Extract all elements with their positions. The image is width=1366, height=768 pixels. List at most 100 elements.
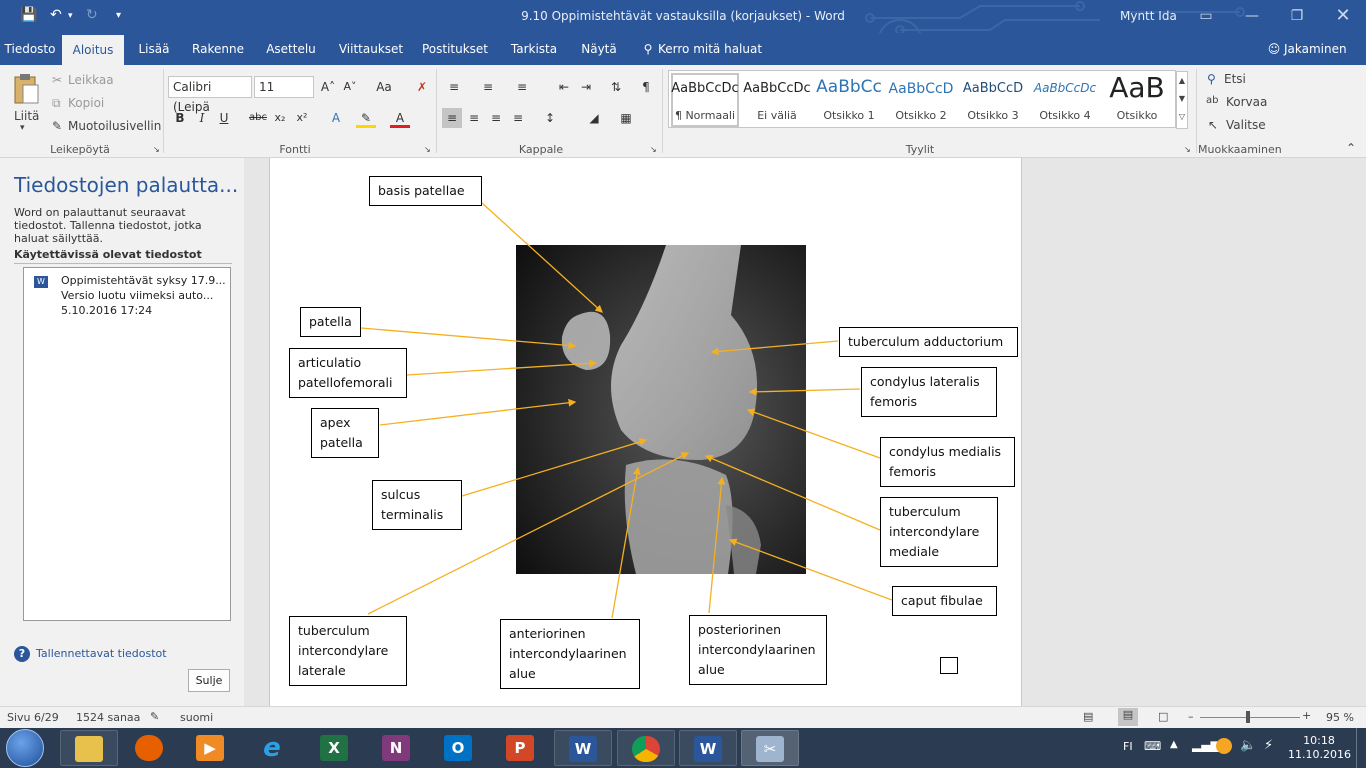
- restore-icon[interactable]: ❐: [1285, 4, 1309, 28]
- show-desktop-button[interactable]: [1356, 728, 1366, 768]
- format-painter-button[interactable]: Muotoilusivellin: [68, 119, 161, 133]
- share-button[interactable]: Jakaminen: [1284, 33, 1347, 65]
- cut-button[interactable]: Leikkaa: [68, 73, 114, 87]
- close-button[interactable]: Sulje: [188, 669, 230, 692]
- tab-home[interactable]: Aloitus: [62, 35, 124, 65]
- taskbar-firefox[interactable]: [121, 730, 179, 766]
- styles-scroll[interactable]: ▲ ▼ ▽: [1176, 71, 1188, 129]
- paste-button[interactable]: Liitä: [14, 109, 39, 123]
- zoom-level[interactable]: 95 %: [1326, 711, 1354, 724]
- zoom-out-icon[interactable]: –: [1188, 710, 1194, 723]
- show-hidden-icons-icon[interactable]: ▲: [1170, 739, 1178, 750]
- zoom-slider-thumb[interactable]: [1246, 711, 1250, 723]
- select-button[interactable]: Valitse: [1226, 118, 1266, 132]
- zoom-in-icon[interactable]: +: [1302, 709, 1311, 722]
- italic-icon[interactable]: I: [192, 108, 212, 128]
- label-posteriorinen-intercondylaarinen-alue[interactable]: posteriorinen intercondylaarinen alue: [689, 615, 827, 685]
- label-tuberculum-intercondylare-mediale[interactable]: tuberculum intercondylare mediale: [880, 497, 998, 567]
- tab-layout[interactable]: Asettelu: [260, 33, 322, 65]
- word-count[interactable]: 1524 sanaa: [76, 711, 140, 724]
- decrease-indent-icon[interactable]: ⇤: [554, 77, 574, 97]
- taskbar-internet-explorer[interactable]: e: [244, 730, 302, 766]
- language-indicator[interactable]: suomi: [180, 711, 213, 724]
- recovered-file-item[interactable]: Oppimistehtävät syksy 17.9... Versio luo…: [61, 273, 226, 318]
- taskbar-media-player[interactable]: ▶: [182, 730, 240, 766]
- grow-font-icon[interactable]: A˄: [318, 77, 338, 97]
- numbering-icon[interactable]: ≡: [478, 77, 498, 97]
- increase-indent-icon[interactable]: ⇥: [576, 77, 596, 97]
- volume-icon[interactable]: 🔈: [1240, 738, 1256, 753]
- label-tuberculum-adductorium[interactable]: tuberculum adductorium: [839, 327, 1018, 357]
- underline-icon[interactable]: U: [214, 108, 234, 128]
- style-normal[interactable]: AaBbCcDc ¶ Normaali: [669, 71, 741, 129]
- user-name[interactable]: Myntt Ida: [1120, 9, 1177, 23]
- taskbar-excel[interactable]: X: [306, 730, 364, 766]
- style-heading-1[interactable]: AaBbCc Otsikko 1: [813, 71, 885, 129]
- zoom-slider[interactable]: [1200, 717, 1300, 718]
- justify-icon[interactable]: ≡: [508, 108, 528, 128]
- minimize-icon[interactable]: —: [1240, 4, 1264, 28]
- replace-button[interactable]: Korvaa: [1226, 95, 1267, 109]
- font-size-combo[interactable]: 11: [254, 76, 314, 98]
- tell-me-search[interactable]: Kerro mitä haluat tehdä: [658, 33, 788, 88]
- proofing-icon[interactable]: ✎: [150, 710, 159, 723]
- taskbar-word[interactable]: W: [554, 730, 612, 766]
- change-case-button[interactable]: Aa: [370, 77, 398, 97]
- paste-dropdown-icon[interactable]: ▾: [20, 123, 25, 133]
- paragraph-launcher-icon[interactable]: ↘: [650, 145, 657, 154]
- multilevel-list-icon[interactable]: ≡: [512, 77, 532, 97]
- copy-button[interactable]: Kopioi: [68, 96, 104, 110]
- align-center-icon[interactable]: ≡: [464, 108, 484, 128]
- font-color-icon[interactable]: A: [390, 108, 410, 128]
- font-name-combo[interactable]: Calibri (Leipä: [168, 76, 252, 114]
- taskbar-snipping-tool[interactable]: ✂: [741, 730, 799, 766]
- empty-text-box[interactable]: [940, 657, 958, 674]
- ribbon-display-options-icon[interactable]: ▭: [1194, 4, 1218, 28]
- tab-review[interactable]: Tarkista: [504, 33, 564, 65]
- tab-references[interactable]: Viittaukset: [334, 33, 408, 65]
- keyboard-icon[interactable]: ⌨: [1144, 739, 1161, 753]
- collapse-ribbon-icon[interactable]: ⌃: [1346, 141, 1356, 155]
- label-apex-patella[interactable]: apex patella: [311, 408, 379, 458]
- shading-icon[interactable]: ◢: [584, 108, 604, 128]
- tab-file[interactable]: Tiedosto: [0, 33, 60, 65]
- tab-design[interactable]: Rakenne: [186, 33, 250, 65]
- label-patella[interactable]: patella: [300, 307, 361, 337]
- input-language[interactable]: FI: [1123, 740, 1133, 753]
- style-no-spacing[interactable]: AaBbCcDc Ei väliä: [741, 71, 813, 129]
- sort-icon[interactable]: ⇅: [606, 77, 626, 97]
- taskbar-word-2[interactable]: W: [679, 730, 737, 766]
- shrink-font-icon[interactable]: A˅: [340, 77, 360, 97]
- clock[interactable]: 10:18 11.10.2016: [1288, 734, 1351, 762]
- label-condylus-medialis-femoris[interactable]: condylus medialis femoris: [880, 437, 1015, 487]
- bullets-icon[interactable]: ≡: [444, 77, 464, 97]
- taskbar-file-explorer[interactable]: [60, 730, 118, 766]
- tab-view[interactable]: Näytä: [574, 33, 624, 65]
- taskbar-outlook[interactable]: O: [430, 730, 488, 766]
- read-mode-icon[interactable]: ▤: [1083, 710, 1093, 723]
- label-tuberculum-intercondylare-laterale[interactable]: tuberculum intercondylare laterale: [289, 616, 407, 686]
- superscript-icon[interactable]: x²: [292, 108, 312, 128]
- show-formatting-icon[interactable]: ¶: [636, 77, 656, 97]
- tab-mailings[interactable]: Postitukset: [418, 33, 492, 65]
- style-title[interactable]: AaB Otsikko: [1101, 71, 1173, 129]
- align-left-icon[interactable]: ≡: [442, 108, 462, 128]
- bold-icon[interactable]: B: [170, 108, 190, 128]
- style-heading-4[interactable]: AaBbCcDc Otsikko 4: [1029, 71, 1101, 129]
- help-link[interactable]: Tallennettavat tiedostot: [36, 647, 167, 660]
- line-spacing-icon[interactable]: ↕: [540, 108, 560, 128]
- clipboard-launcher-icon[interactable]: ↘: [153, 145, 160, 154]
- close-icon[interactable]: ✕: [1331, 4, 1355, 28]
- label-condylus-lateralis-femoris[interactable]: condylus lateralis femoris: [861, 367, 997, 417]
- highlight-icon[interactable]: ✎: [356, 108, 376, 128]
- font-launcher-icon[interactable]: ↘: [424, 145, 431, 154]
- taskbar-onenote[interactable]: N: [368, 730, 426, 766]
- page-count[interactable]: Sivu 6/29: [7, 711, 59, 724]
- paste-icon[interactable]: [12, 73, 40, 105]
- subscript-icon[interactable]: x₂: [270, 108, 290, 128]
- label-caput-fibulae[interactable]: caput fibulae: [892, 586, 997, 616]
- label-anteriorinen-intercondylaarinen-alue[interactable]: anteriorinen intercondylaarinen alue: [500, 619, 640, 689]
- style-heading-3[interactable]: AaBbCcD Otsikko 3: [957, 71, 1029, 129]
- align-right-icon[interactable]: ≡: [486, 108, 506, 128]
- taskbar-powerpoint[interactable]: P: [492, 730, 550, 766]
